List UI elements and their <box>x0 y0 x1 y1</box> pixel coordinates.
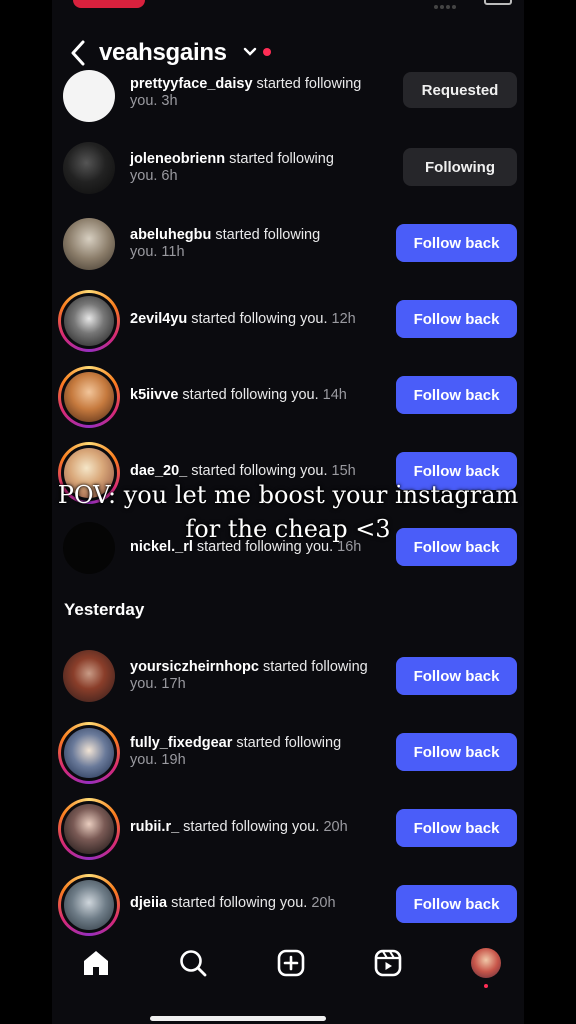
caption-line-2: for the cheap <3 <box>185 515 391 543</box>
notification-text: joleneobrienn started following you. 6h <box>130 151 334 184</box>
notification-row: djeiia started following you. 20h Follow… <box>52 866 524 942</box>
notification-row: rubii.r_ started following you. 20h Foll… <box>52 790 524 866</box>
reels-icon[interactable] <box>373 948 403 978</box>
caption-line-1: POV: you let me boost your instagram <box>57 481 519 509</box>
notification-text: fully_fixedgear started following you. 1… <box>130 735 342 768</box>
avatar[interactable] <box>63 218 115 270</box>
follow-back-button[interactable]: Follow back <box>396 224 517 262</box>
notification-row: 2evil4yu started following you. 12h Foll… <box>52 282 524 358</box>
follower-username[interactable]: rubii.r_ <box>130 819 179 835</box>
follower-username[interactable]: 2evil4yu <box>130 311 187 327</box>
story-ring[interactable] <box>58 290 120 352</box>
home-indicator <box>150 1016 326 1021</box>
notification-row: abeluhegbu started following you. 11h Fo… <box>52 206 524 282</box>
follow-back-button[interactable]: Follow back <box>396 657 517 695</box>
avatar <box>64 880 114 930</box>
notification-text: abeluhegbu started following you. 11h <box>130 227 321 260</box>
notification-text: rubii.r_ started following you. 20h <box>130 819 348 835</box>
story-ring[interactable] <box>58 366 120 428</box>
profile-avatar[interactable] <box>471 948 501 978</box>
signal-icon <box>434 0 458 9</box>
story-ring[interactable] <box>58 798 120 860</box>
follower-username[interactable]: djeiia <box>130 895 167 911</box>
recording-indicator <box>73 0 145 8</box>
following-button[interactable]: Following <box>403 148 517 186</box>
notification-row: fully_fixedgear started following you. 1… <box>52 714 524 790</box>
follow-back-button[interactable]: Follow back <box>396 809 517 847</box>
follower-username[interactable]: prettyyface_daisy <box>130 76 253 92</box>
follower-username[interactable]: yoursiczheirnhopc <box>130 659 259 675</box>
home-icon[interactable] <box>81 948 111 978</box>
follow-back-button[interactable]: Follow back <box>396 376 517 414</box>
avatar[interactable] <box>63 650 115 702</box>
notification-row: yoursiczheirnhopc started following you.… <box>52 638 524 714</box>
notification-text: yoursiczheirnhopc started following you.… <box>130 659 368 692</box>
create-icon[interactable] <box>276 948 306 978</box>
notification-row: k5iivve started following you. 14h Follo… <box>52 358 524 434</box>
notification-row: prettyyface_daisy started following you.… <box>52 58 524 134</box>
notification-row: joleneobrienn started following you. 6h … <box>52 130 524 206</box>
notification-text: prettyyface_daisy started following you.… <box>130 76 362 109</box>
follower-username[interactable]: k5iivve <box>130 387 178 403</box>
search-icon[interactable] <box>178 948 208 978</box>
avatar <box>64 296 114 346</box>
story-ring[interactable] <box>58 722 120 784</box>
requested-button[interactable]: Requested <box>403 72 517 108</box>
avatar[interactable] <box>63 142 115 194</box>
section-heading-yesterday: Yesterday <box>64 600 145 619</box>
follow-back-button[interactable]: Follow back <box>396 733 517 771</box>
avatar <box>64 728 114 778</box>
follower-username[interactable]: fully_fixedgear <box>130 735 232 751</box>
notification-text: djeiia started following you. 20h <box>130 895 336 911</box>
avatar <box>64 372 114 422</box>
follow-back-button[interactable]: Follow back <box>396 300 517 338</box>
avatar[interactable] <box>63 70 115 122</box>
follower-username[interactable]: joleneobrienn <box>130 151 225 167</box>
notification-dot <box>263 48 271 56</box>
follower-username[interactable]: abeluhegbu <box>130 227 211 243</box>
bottom-nav-bar <box>52 936 524 1024</box>
follow-back-button[interactable]: Follow back <box>396 885 517 923</box>
battery-icon <box>484 0 512 5</box>
story-ring[interactable] <box>58 874 120 936</box>
notification-dot <box>484 984 488 988</box>
notification-text: 2evil4yu started following you. 12h <box>130 311 356 327</box>
avatar <box>64 804 114 854</box>
notification-text: k5iivve started following you. 14h <box>130 387 347 403</box>
chevron-down-icon[interactable] <box>243 47 257 57</box>
caption-overlay: POV: you let me boost your instagram for… <box>0 478 576 546</box>
follower-username[interactable]: dae_20_ <box>130 463 187 479</box>
